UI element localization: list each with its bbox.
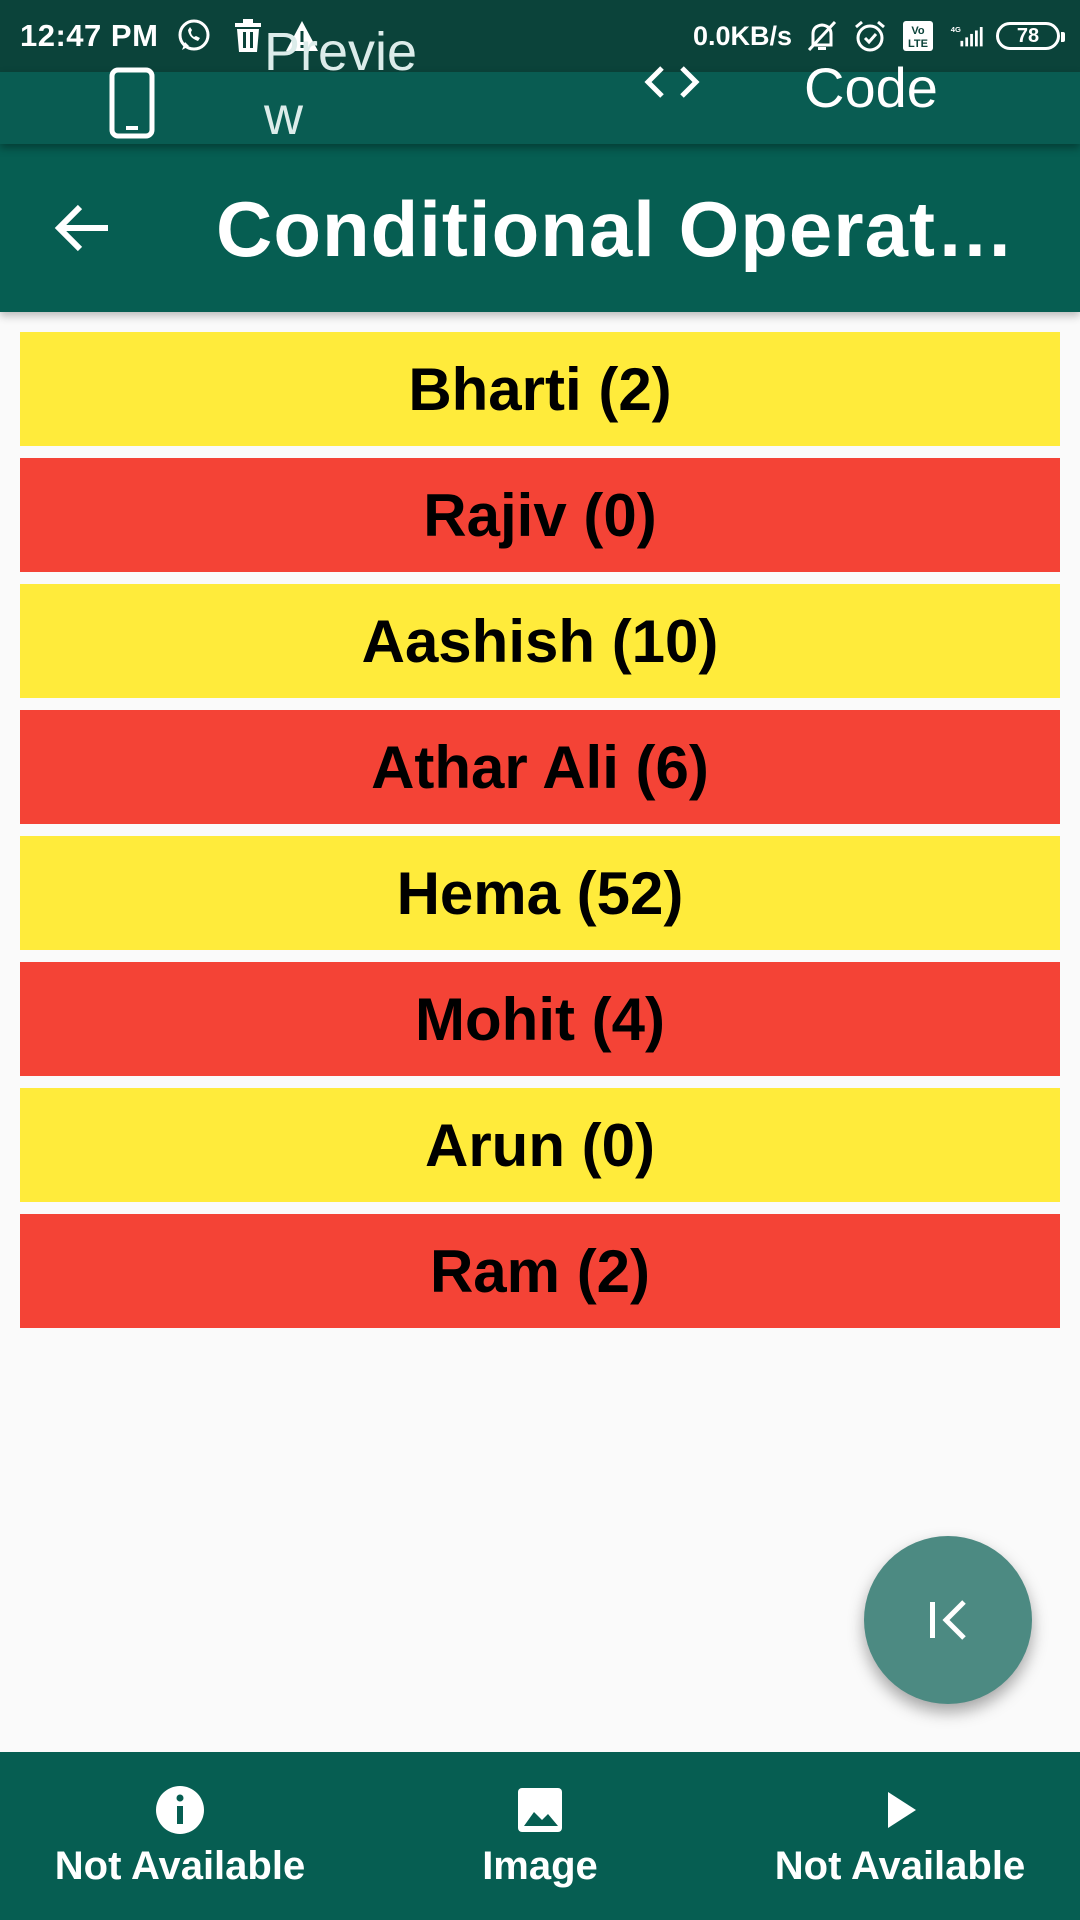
alarm-icon	[852, 18, 888, 54]
nav-label-play: Not Available	[774, 1843, 1026, 1888]
nav-item-info[interactable]: Not Available	[0, 1752, 360, 1920]
trash-icon	[230, 18, 266, 54]
nav-item-play[interactable]: Not Available	[720, 1752, 1080, 1920]
list-item[interactable]: Mohit (4)	[20, 962, 1060, 1076]
back-button[interactable]	[48, 194, 116, 262]
info-icon	[154, 1784, 206, 1836]
list-item[interactable]: Ram (2)	[20, 1214, 1060, 1328]
battery-indicator: 78	[996, 22, 1065, 50]
whatsapp-icon	[176, 18, 212, 54]
status-right: 0.0KB/s Vo LTE 4G 78	[692, 18, 1065, 54]
svg-text:Vo: Vo	[911, 25, 925, 37]
nav-label-info: Not Available	[54, 1843, 306, 1888]
play-icon	[874, 1784, 926, 1836]
list-item[interactable]: Aashish (10)	[20, 584, 1060, 698]
list-item[interactable]: Hema (52)	[20, 836, 1060, 950]
list-item[interactable]: Bharti (2)	[20, 332, 1060, 446]
phone-icon[interactable]	[108, 48, 156, 140]
list-item[interactable]: Rajiv (0)	[20, 458, 1060, 572]
battery-level: 78	[1016, 24, 1040, 47]
list-item[interactable]: Athar Ali (6)	[20, 710, 1060, 824]
nav-label-image: Image	[482, 1843, 598, 1888]
name-list: Bharti (2) Rajiv (0) Aashish (10) Athar …	[20, 332, 1060, 1340]
collapse-fab-button[interactable]	[864, 1536, 1032, 1704]
collapse-left-icon	[930, 1600, 966, 1640]
arrow-back-icon	[54, 204, 108, 252]
app-bar: Conditional Operato...	[0, 144, 1080, 312]
nav-item-image[interactable]: Image	[360, 1752, 720, 1920]
volte-icon: Vo LTE	[900, 18, 936, 54]
code-icon[interactable]	[640, 58, 704, 106]
preview-tab[interactable]: Preview	[264, 20, 454, 148]
signal-4g-icon: 4G	[948, 18, 984, 54]
list-item[interactable]: Arun (0)	[20, 1088, 1060, 1202]
mode-toggle-bar: Preview Code	[0, 22, 1080, 146]
mute-bell-icon	[804, 18, 840, 54]
bottom-navigation: Not Available Image Not Available	[0, 1752, 1080, 1920]
code-tab[interactable]: Code	[804, 54, 938, 122]
page-title: Conditional Operato...	[216, 185, 1016, 273]
svg-text:4G: 4G	[951, 25, 961, 34]
svg-text:LTE: LTE	[908, 38, 928, 50]
network-speed: 0.0KB/s	[692, 20, 792, 51]
image-icon	[514, 1784, 566, 1836]
